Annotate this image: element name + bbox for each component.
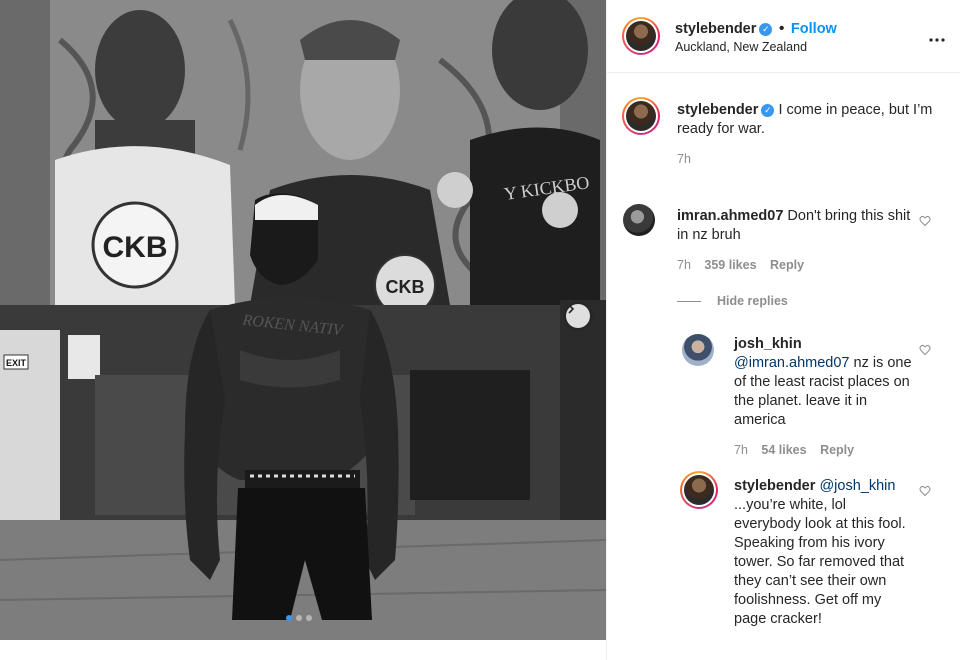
ellipsis-icon — [929, 38, 945, 42]
like-heart-icon[interactable] — [919, 215, 931, 227]
banner-logo-mid: CKB — [386, 277, 425, 297]
comment: imran.ahmed07 Don't bring this shit in n… — [677, 207, 922, 245]
reply-reply-button[interactable]: Reply — [820, 443, 854, 457]
reply-username[interactable]: stylebender — [734, 478, 815, 494]
separator: • — [778, 20, 785, 37]
reply-mention[interactable]: @josh_khin — [819, 478, 895, 494]
more-options-icon[interactable] — [929, 26, 945, 47]
author-username[interactable]: stylebender — [675, 21, 756, 37]
reply: stylebender @josh_khin ...you’re white, … — [734, 477, 914, 629]
banner-logo-left: CKB — [103, 231, 168, 264]
chevron-right-icon — [568, 304, 575, 314]
exit-sign: EXIT — [6, 358, 27, 368]
reply-text: ...you’re white, lol everybody look at t… — [734, 497, 906, 627]
verified-badge-icon: ✓ — [759, 23, 773, 36]
carousel-next-button[interactable] — [566, 304, 590, 328]
caption-avatar[interactable] — [622, 97, 660, 135]
reply-meta: 7h 54 likes Reply — [734, 443, 854, 457]
reply: josh_khin @imran.ahmed07 nz is one of th… — [734, 335, 914, 430]
hide-replies-toggle[interactable]: Hide replies — [677, 294, 788, 308]
reply-likes[interactable]: 54 likes — [761, 443, 806, 457]
comment-reply-button[interactable]: Reply — [770, 258, 804, 272]
author-avatar[interactable] — [622, 17, 660, 55]
hide-replies-label[interactable]: Hide replies — [717, 294, 788, 308]
comment-username[interactable]: imran.ahmed07 — [677, 208, 783, 224]
caption: stylebender ✓ I come in peace, but I’m re… — [677, 101, 937, 139]
comment-meta: 7h 359 likes Reply — [677, 258, 804, 272]
caption-time[interactable]: 7h — [677, 152, 691, 166]
like-heart-icon[interactable] — [919, 485, 931, 497]
commenter-avatar[interactable] — [623, 204, 655, 236]
replies-divider — [677, 300, 701, 302]
comment-likes[interactable]: 359 likes — [704, 258, 756, 272]
instagram-post: CKB CKB Y KICKBO EXIT ROKEN NATIV styleb… — [0, 0, 960, 660]
post-sidebar: stylebender ✓ • Follow Auckland, New Zeal… — [606, 0, 960, 660]
carousel-dot-active — [286, 615, 292, 621]
reply-avatar[interactable] — [680, 471, 718, 509]
like-heart-icon[interactable] — [919, 344, 931, 356]
comment-time[interactable]: 7h — [677, 258, 691, 272]
photo-artwork: CKB CKB Y KICKBO EXIT ROKEN NATIV — [0, 0, 606, 640]
post-header: stylebender ✓ • Follow Auckland, New Zeal… — [607, 0, 960, 73]
follow-button[interactable]: Follow — [791, 21, 837, 37]
reply-username[interactable]: josh_khin — [734, 336, 802, 352]
carousel-dot — [296, 615, 302, 621]
post-photo[interactable]: CKB CKB Y KICKBO EXIT ROKEN NATIV — [0, 0, 606, 640]
caption-username[interactable]: stylebender — [677, 102, 758, 118]
reply-avatar[interactable] — [682, 334, 714, 366]
post-location[interactable]: Auckland, New Zealand — [675, 40, 807, 54]
carousel-dot — [306, 615, 312, 621]
reply-mention[interactable]: @imran.ahmed07 — [734, 355, 849, 371]
verified-badge-icon: ✓ — [761, 104, 775, 117]
reply-time[interactable]: 7h — [734, 443, 748, 457]
carousel-indicator — [286, 615, 312, 621]
